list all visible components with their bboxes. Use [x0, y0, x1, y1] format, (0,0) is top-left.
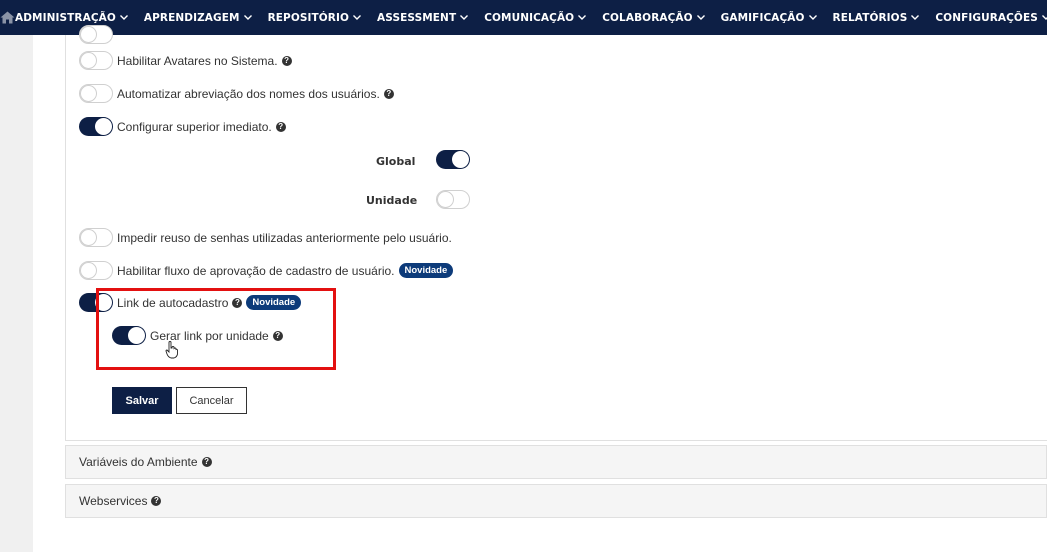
menu-label: RELATÓRIOS: [832, 11, 908, 24]
setting-label: Configurar superior imediato.: [117, 119, 272, 134]
section-label: Variáveis do Ambiente: [79, 455, 198, 469]
global-label: Global: [376, 155, 416, 168]
chevron-down-icon: [696, 15, 705, 20]
help-icon[interactable]: ?: [275, 121, 286, 132]
chevron-down-icon: [578, 15, 587, 20]
help-icon[interactable]: ?: [383, 88, 394, 99]
menu-label: COLABORAÇÃO: [602, 11, 693, 24]
menu-aprendizagem[interactable]: APRENDIZAGEM: [144, 0, 252, 35]
menu-relatorios[interactable]: RELATÓRIOS: [833, 0, 920, 35]
setting-label: Automatizar abreviação dos nomes dos usu…: [117, 86, 380, 101]
menu-label: COMUNICAÇÃO: [484, 11, 575, 24]
help-icon[interactable]: ?: [151, 496, 162, 506]
chevron-down-icon: [1041, 15, 1047, 20]
main-menu: ADMINISTRAÇÃO APRENDIZAGEM REPOSITÓRIO A…: [15, 0, 1047, 35]
menu-colaboracao[interactable]: COLABORAÇÃO: [602, 0, 705, 35]
menu-comunicacao[interactable]: COMUNICAÇÃO: [484, 0, 587, 35]
menu-label: ASSESSMENT: [377, 11, 457, 24]
setting-label: Habilitar fluxo de aprovação de cadastro…: [117, 263, 395, 278]
section-variaveis-ambiente[interactable]: Variáveis do Ambiente ?: [65, 445, 1047, 479]
help-icon[interactable]: ?: [201, 457, 212, 467]
setting-abbreviate: Automatizar abreviação dos nomes dos usu…: [79, 84, 394, 103]
top-navigation-bar: ADMINISTRAÇÃO APRENDIZAGEM REPOSITÓRIO A…: [0, 0, 1047, 35]
setting-label: Habilitar Avatares no Sistema.: [117, 53, 278, 68]
toggle-hidden-top[interactable]: [79, 25, 113, 44]
home-icon[interactable]: [0, 0, 15, 35]
help-icon[interactable]: ?: [281, 55, 292, 66]
chevron-down-icon: [911, 15, 920, 20]
setting-approval-flow: Habilitar fluxo de aprovação de cadastro…: [79, 261, 454, 280]
chevron-down-icon: [119, 15, 128, 20]
toggle-superior[interactable]: [79, 117, 113, 136]
menu-assessment[interactable]: ASSESSMENT: [377, 0, 469, 35]
toggle-approval-flow[interactable]: [79, 261, 113, 280]
section-webservices[interactable]: Webservices ?: [65, 484, 1047, 518]
toggle-unidade[interactable]: [436, 190, 470, 209]
menu-configuracoes[interactable]: CONFIGURAÇÕES: [935, 0, 1047, 35]
toggle-avatars[interactable]: [79, 51, 113, 70]
highlight-box: [96, 288, 336, 370]
setting-superior: Configurar superior imediato. ?: [79, 117, 286, 136]
new-badge: Novidade: [398, 262, 454, 279]
menu-gamificacao[interactable]: GAMIFICAÇÃO: [721, 0, 817, 35]
menu-label: CONFIGURAÇÕES: [935, 11, 1038, 24]
cancel-button[interactable]: Cancelar: [176, 387, 247, 414]
menu-label: APRENDIZAGEM: [143, 11, 240, 24]
main-content: Habilitar Avatares no Sistema. ? Automat…: [33, 25, 1047, 552]
setting-password-reuse: Impedir reuso de senhas utilizadas anter…: [79, 228, 452, 247]
left-gutter: [0, 35, 33, 552]
menu-label: ADMINISTRAÇÃO: [15, 11, 116, 24]
section-label: Webservices: [79, 494, 148, 508]
chevron-down-icon: [460, 15, 469, 20]
toggle-abbreviate[interactable]: [79, 84, 113, 103]
setting-label: Impedir reuso de senhas utilizadas anter…: [117, 230, 452, 245]
setting-avatars: Habilitar Avatares no Sistema. ?: [79, 51, 292, 70]
settings-panel: Habilitar Avatares no Sistema. ? Automat…: [65, 25, 1047, 441]
chevron-down-icon: [243, 15, 252, 20]
hand-cursor-icon: [165, 341, 178, 364]
unidade-label: Unidade: [366, 194, 418, 207]
toggle-password-reuse[interactable]: [79, 228, 113, 247]
chevron-down-icon: [808, 15, 817, 20]
menu-label: REPOSITÓRIO: [267, 11, 350, 24]
chevron-down-icon: [353, 15, 362, 20]
menu-repositorio[interactable]: REPOSITÓRIO: [267, 0, 362, 35]
save-button[interactable]: Salvar: [112, 387, 172, 414]
menu-label: GAMIFICAÇÃO: [720, 11, 805, 24]
toggle-global[interactable]: [436, 150, 470, 169]
